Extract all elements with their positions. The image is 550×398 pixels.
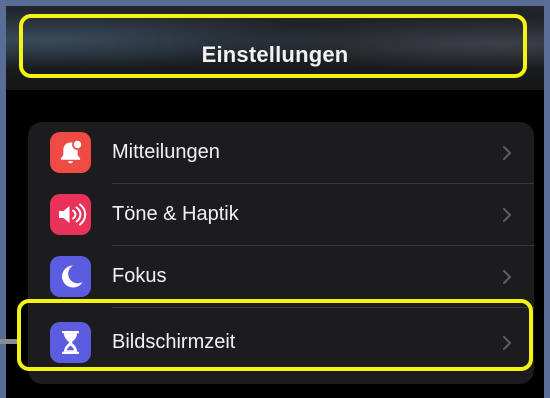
chevron-right-icon [503, 270, 511, 284]
moon-icon [50, 256, 91, 297]
speaker-icon [50, 194, 91, 235]
settings-item-toene-haptik[interactable]: Töne & Haptik [28, 184, 534, 245]
settings-item-label: Mitteilungen [112, 141, 220, 163]
settings-item-fokus[interactable]: Fokus [28, 246, 534, 307]
settings-item-label: Fokus [112, 265, 167, 287]
title-highlight-box [19, 14, 527, 78]
chevron-right-icon [503, 208, 511, 222]
bell-badge-icon [50, 132, 91, 173]
chevron-right-icon [503, 146, 511, 160]
settings-item-label: Töne & Haptik [112, 203, 239, 225]
row-highlight-box [17, 299, 533, 371]
settings-item-mitteilungen[interactable]: Mitteilungen [28, 122, 534, 183]
pointer-line [0, 339, 17, 344]
